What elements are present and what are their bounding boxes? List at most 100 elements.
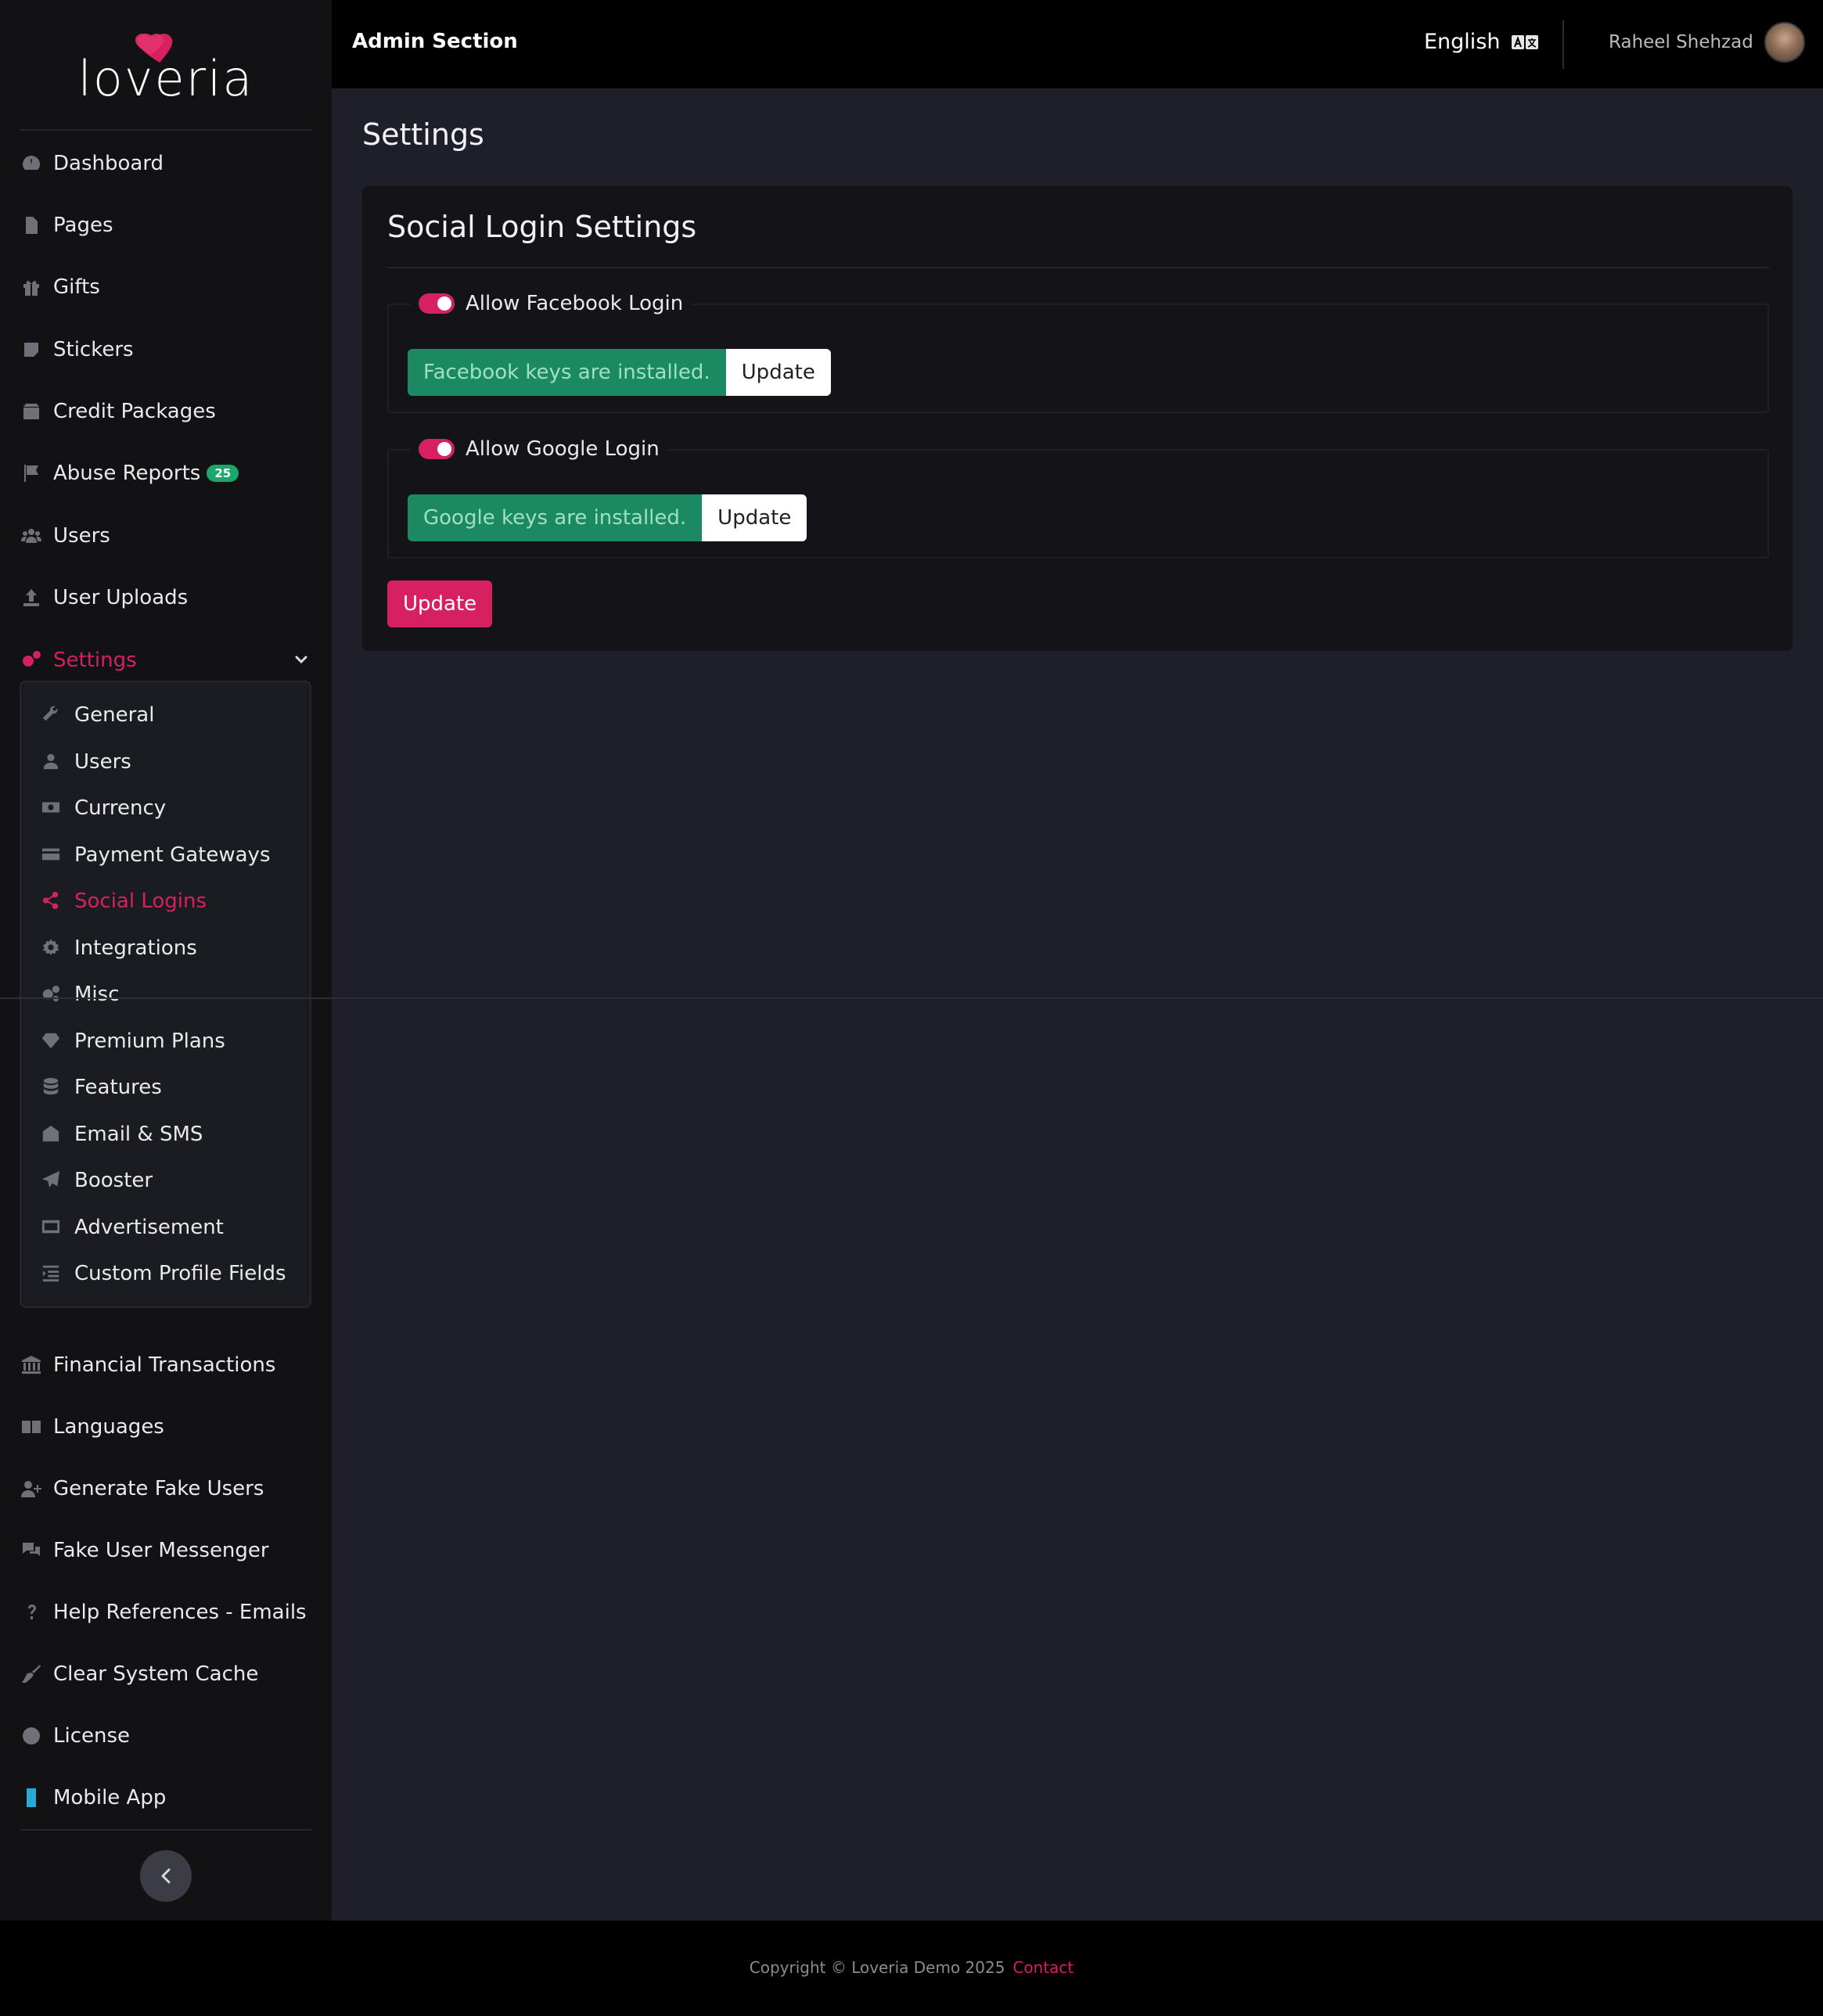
certificate-icon [20,1725,42,1747]
broom-icon [20,1663,42,1685]
settings-subitem-premium-plans[interactable]: Premium Plans [21,1019,310,1063]
settings-subitem-label: Email & SMS [74,1122,203,1146]
footer: Copyright © Loveria Demo 2025 Contact [0,1921,1823,2016]
flag-icon [20,462,42,484]
settings-subitem-features[interactable]: Features [21,1065,310,1109]
settings-subitem-booster[interactable]: Booster [21,1159,310,1202]
sidebar-item-abuse-reports[interactable]: Abuse Reports 25 [0,450,332,497]
settings-subitem-social-logins[interactable]: Social Logins [21,879,310,923]
settings-subitem-misc[interactable]: Misc [21,972,310,1016]
language-label: English [1424,30,1501,54]
sidebar-item-dashboard[interactable]: Dashboard [0,140,332,187]
sidebar-item-users[interactable]: Users [0,512,332,559]
settings-subitem-payment-gateways[interactable]: Payment Gateways [21,833,310,877]
question-icon [20,1601,42,1623]
sidebar: loveria Dashboard Pages Gifts Stickers Credi… [0,0,332,1921]
collapse-sidebar-button[interactable] [140,1850,192,1902]
envelope-icon [41,1124,62,1145]
horizontal-rule [0,997,1823,999]
top-bar: Admin Section English Raheel Shehzad [332,0,1823,88]
sidebar-item-user-uploads[interactable]: User Uploads [0,574,332,621]
ad-icon [41,1217,62,1238]
mobile-icon [20,1787,42,1809]
brand-logo-text: loveria [77,50,254,107]
google-update-button[interactable]: Update [702,494,807,541]
sidebar-item-help-references-emails[interactable]: Help References - Emails [0,1589,332,1636]
settings-subitem-label: Users [74,749,131,774]
submit-update-button[interactable]: Update [387,580,493,627]
sidebar-item-mobile-app[interactable]: Mobile App [0,1774,332,1821]
cogs-icon [41,984,62,1004]
sidebar-item-gifts[interactable]: Gifts [0,264,332,311]
database-icon [41,1077,62,1098]
language-switcher[interactable]: English [1424,30,1538,54]
abuse-reports-badge: 25 [207,465,239,482]
user-plus-icon [20,1478,42,1500]
google-login-toggle[interactable] [419,439,455,459]
sidebar-item-fake-user-messenger[interactable]: Fake User Messenger [0,1527,332,1574]
sidebar-item-label: Financial Transactions [53,1353,276,1377]
settings-subitem-general[interactable]: General [21,693,310,737]
sidebar-item-languages[interactable]: Languages [0,1403,332,1450]
sidebar-item-stickers[interactable]: Stickers [0,326,332,373]
sidebar-item-label: Gifts [53,275,100,299]
comments-icon [20,1540,42,1561]
page-title: Settings [362,117,484,152]
facebook-update-button[interactable]: Update [725,349,831,396]
paper-plane-icon [41,1170,62,1191]
dashboard-icon [20,153,42,174]
sidebar-item-label: Mobile App [53,1786,167,1809]
facebook-login-fieldset: Allow Facebook Login Facebook keys are i… [387,286,1769,413]
list-icon [41,1263,62,1284]
user-name: Raheel Shehzad [1609,32,1753,52]
users-icon [20,525,42,547]
section-title: Admin Section [352,30,518,53]
settings-subitem-custom-profile-fields[interactable]: Custom Profile Fields [21,1252,310,1295]
settings-subitem-email-sms[interactable]: Email & SMS [21,1112,310,1156]
chevron-left-icon [161,1868,171,1884]
sidebar-item-clear-system-cache[interactable]: Clear System Cache [0,1651,332,1698]
settings-subitem-label: Custom Profile Fields [74,1262,286,1285]
settings-subitem-label: Payment Gateways [74,843,271,867]
topbar-divider [1562,20,1564,69]
card-divider [387,267,1769,268]
facebook-login-legend: Allow Facebook Login [411,286,692,321]
settings-subitem-users[interactable]: Users [21,740,310,784]
sidebar-item-label: Settings [53,649,137,672]
bank-icon [20,1354,42,1376]
sidebar-item-label: Clear System Cache [53,1662,259,1686]
upload-icon [20,587,42,609]
settings-subitem-advertisement[interactable]: Advertisement [21,1206,310,1249]
sidebar-item-label: Generate Fake Users [53,1477,264,1500]
facebook-login-label: Allow Facebook Login [466,292,684,315]
sidebar-item-pages[interactable]: Pages [0,202,332,249]
settings-subitem-label: Premium Plans [74,1029,225,1053]
avatar [1764,22,1805,63]
sidebar-item-settings[interactable]: Settings [0,637,332,684]
language-icon [20,1416,42,1438]
sidebar-item-license[interactable]: License [0,1712,332,1759]
card-title: Social Login Settings [387,210,697,244]
sidebar-item-generate-fake-users[interactable]: Generate Fake Users [0,1465,332,1512]
sidebar-item-financial-transactions[interactable]: Financial Transactions [0,1342,332,1389]
facebook-login-toggle[interactable] [419,293,455,314]
facebook-keys-status: Facebook keys are installed. [408,349,726,396]
sidebar-item-credit-packages[interactable]: Credit Packages [0,388,332,435]
credit-card-icon [41,845,62,865]
footer-copyright: Copyright © Loveria Demo 2025 Contact [0,1958,1823,1977]
wrench-icon [41,705,62,725]
gift-icon [20,276,42,298]
settings-subitem-label: Advertisement [74,1215,224,1239]
contact-link[interactable]: Contact [1012,1958,1073,1977]
sidebar-item-label: Languages [53,1415,164,1439]
settings-subitem-currency[interactable]: Currency [21,786,310,830]
file-icon [20,214,42,236]
facebook-keys-group: Facebook keys are installed. Update [408,349,831,396]
brand[interactable]: loveria [0,0,332,129]
settings-subitem-integrations[interactable]: Integrations [21,926,310,970]
user-menu[interactable]: Raheel Shehzad [1609,22,1805,63]
settings-submenu: General Users Currency Payment Gateways Soci… [20,681,311,1308]
sidebar-divider-bottom [20,1829,311,1831]
google-keys-status: Google keys are installed. [408,494,703,541]
google-login-legend: Allow Google Login [411,432,667,466]
